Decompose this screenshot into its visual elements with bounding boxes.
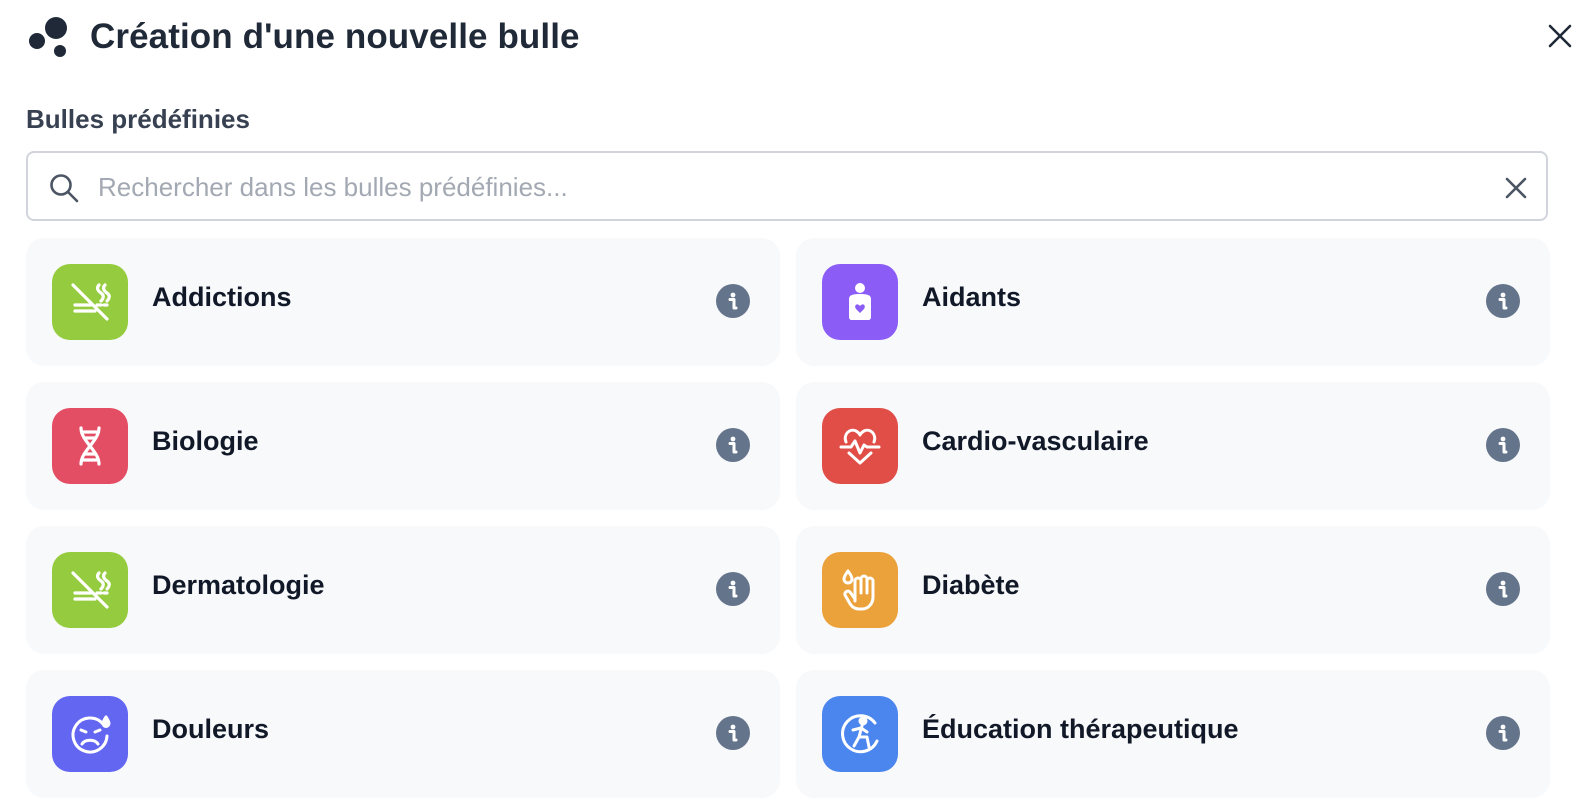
section-title: Bulles prédéfinies [26,104,250,134]
dna-icon [79,426,101,466]
info-icon [1498,724,1508,742]
card-label: Cardio-vasculaire [922,426,1149,456]
info-button[interactable] [716,572,750,606]
modal-title: Création d'une nouvelle bulle [90,17,580,56]
bubble-card-biologie[interactable]: Biologie [26,382,780,510]
bubble-card-aidants[interactable]: Aidants [796,238,1550,366]
caregiver-icon [849,283,871,320]
card-icon-badge [52,696,128,772]
card-label: Diabète [922,570,1020,600]
no-smoking-icon [71,571,111,609]
bubble-card-diabete[interactable]: Diabète [796,526,1550,654]
card-label: Biologie [152,426,259,456]
finger-prick-icon [842,569,875,611]
card-icon-badge [52,408,128,484]
info-icon [728,580,738,598]
search-input[interactable] [96,163,1480,211]
card-label: Dermatologie [152,570,325,600]
info-icon [1498,580,1508,598]
pain-face-icon [71,715,111,754]
close-icon[interactable] [1546,22,1572,48]
no-smoking-icon [71,283,111,321]
search-box [26,151,1548,221]
card-icon-badge [52,264,128,340]
bubbles-logo-icon [29,17,67,57]
info-icon [728,724,738,742]
modal-header: Création d'une nouvelle bulle [26,14,580,60]
info-button[interactable] [1486,284,1520,318]
info-icon [728,292,738,310]
card-icon-badge [52,552,128,628]
info-button[interactable] [716,428,750,462]
bubble-card-education-therapeutique[interactable]: Éducation thérapeutique [796,670,1550,798]
info-button[interactable] [1486,428,1520,462]
info-button[interactable] [716,716,750,750]
clear-icon[interactable] [1502,174,1530,202]
info-icon [1498,292,1508,310]
info-icon [1498,436,1508,454]
card-icon-badge [822,552,898,628]
search-icon [50,174,79,203]
bubble-card-dermatologie[interactable]: Dermatologie [26,526,780,654]
card-icon-badge [822,696,898,772]
accessibility-icon [841,714,879,754]
bubble-card-douleurs[interactable]: Douleurs [26,670,780,798]
card-icon-badge [822,264,898,340]
info-button[interactable] [716,284,750,318]
bubble-card-addictions[interactable]: Addictions [26,238,780,366]
bubble-card-cardio-vasculaire[interactable]: Cardio-vasculaire [796,382,1550,510]
card-label: Addictions [152,282,292,312]
heart-pulse-icon [839,428,881,465]
card-label: Douleurs [152,714,270,744]
card-icon-badge [822,408,898,484]
card-label: Aidants [922,282,1022,312]
info-icon [728,436,738,454]
card-label: Éducation thérapeutique [922,714,1239,744]
info-button[interactable] [1486,716,1520,750]
info-button[interactable] [1486,572,1520,606]
